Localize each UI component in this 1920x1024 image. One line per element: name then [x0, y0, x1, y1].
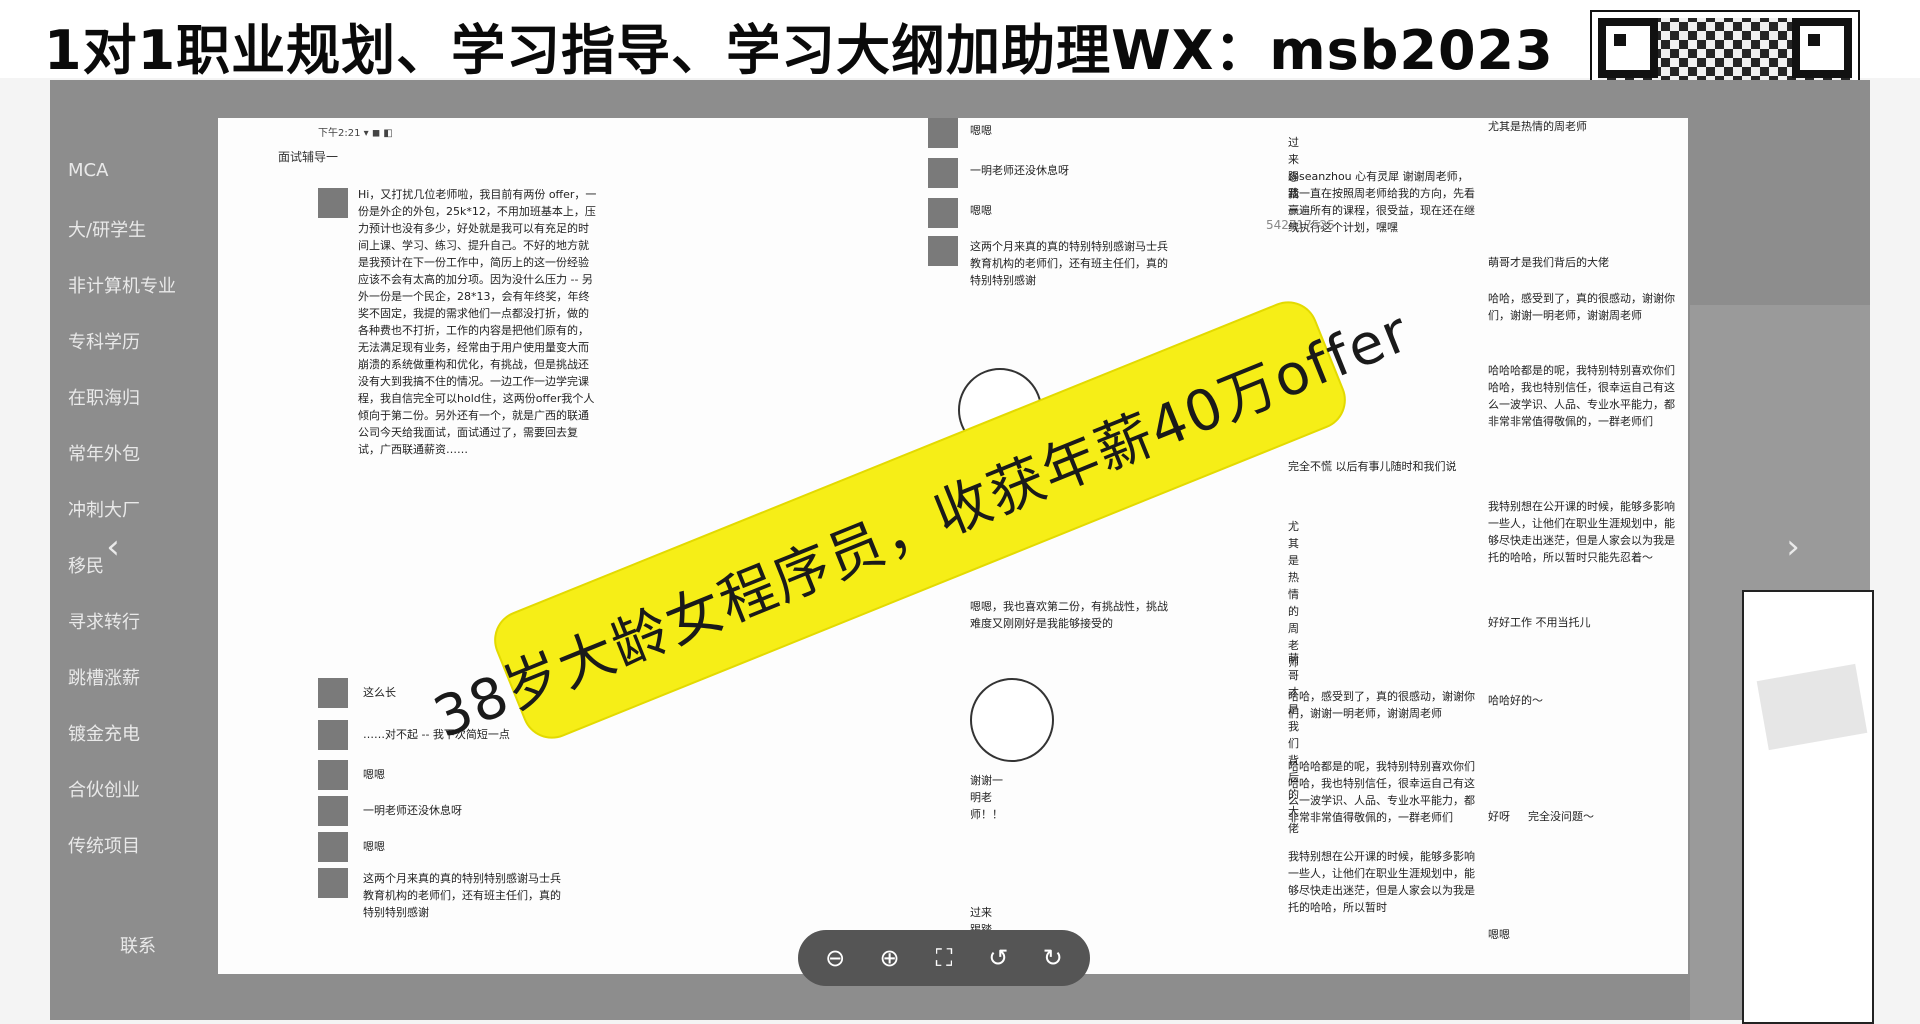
- chat-column-3: 过来踢踏赢气 @seanzhou 心有灵犀 谢谢周老师，我一直在按照周老师给我的…: [1008, 118, 1475, 974]
- chat-column-4: 尤其是热情的周老师 萌哥才是我们背后的大佬 哈哈，感受到了，真的很感动，谢谢你们…: [1328, 118, 1688, 974]
- promo-banner-text: 1对1职业规划、学习指导、学习大纲加助理WX：msb2023: [44, 19, 1554, 82]
- sidebar-item-students[interactable]: 大/研学生: [68, 216, 146, 242]
- chat-message: 嗯嗯: [970, 124, 992, 137]
- qr-finder-top-right: [1792, 18, 1852, 78]
- fullscreen-button[interactable]: ⛶: [926, 944, 962, 972]
- sidebar-item-traditional[interactable]: 传统项目: [68, 832, 140, 858]
- avatar: [928, 118, 958, 148]
- zoom-in-button[interactable]: ⊕: [872, 944, 908, 972]
- chat-message: 萌哥才是我们背后的大佬: [1488, 256, 1609, 269]
- avatar: [318, 868, 348, 898]
- avatar: [928, 158, 958, 188]
- chat-message: 嗯嗯: [363, 768, 385, 781]
- chevron-left-icon: ‹: [106, 527, 120, 567]
- zoom-out-button[interactable]: ⊖: [817, 944, 853, 972]
- chat-message: 尤其是热情的周老师: [1288, 520, 1299, 669]
- chat-message: 哈哈哈都是的呢，我特别特别喜欢你们哈哈，我也特别信任，很幸运自己有这么一波学识、…: [1488, 364, 1675, 428]
- chat-message: 谢谢一明老师！！: [970, 774, 1003, 821]
- image-viewer-toolbar: ⊖ ⊕ ⛶ ↺ ↻: [798, 930, 1090, 986]
- chat-message: 好呀: [1488, 810, 1510, 823]
- chevron-right-icon: ›: [1786, 527, 1800, 567]
- sidebar: MCA 大/研学生 非计算机专业 专科学历 在职海归 常年外包 冲刺大厂 移民 …: [50, 80, 220, 1020]
- rotate-left-button[interactable]: ↺: [980, 944, 1016, 972]
- sidebar-item-contact[interactable]: 联系: [120, 932, 156, 958]
- chat-message: 我特别想在公开课的时候，能够多影响一些人，让他们在职业生涯规划中，能够尽快走出迷…: [1488, 500, 1675, 564]
- photo-preview: [1742, 590, 1874, 1024]
- watermark-number: 542717525: [1266, 218, 1335, 232]
- chat-message: 哈哈好的～: [1488, 694, 1543, 707]
- avatar: [318, 796, 348, 826]
- chat-message: Hi，又打扰几位老师啦，我目前有两份 offer，一份是外企的外包，25k*12…: [358, 188, 597, 456]
- next-image-button[interactable]: ›: [1776, 520, 1810, 574]
- photo-content: [1756, 663, 1868, 751]
- rotate-right-button[interactable]: ↻: [1035, 944, 1071, 972]
- avatar: [928, 198, 958, 228]
- chat-message: 嗯嗯: [1488, 928, 1510, 941]
- sidebar-item-returnee[interactable]: 在职海归: [68, 384, 140, 410]
- chat-message: 完全没问题～: [1528, 810, 1594, 823]
- chat-message: 尤其是热情的周老师: [1488, 120, 1587, 133]
- qr-finder-top-left: [1598, 18, 1658, 78]
- sidebar-item-startup[interactable]: 合伙创业: [68, 776, 140, 802]
- chat-message: 嗯嗯: [363, 840, 385, 853]
- chat-message: 这两个月来真的真的特别特别感谢马士兵教育机构的老师们，还有班主任们，真的特别特别…: [363, 872, 561, 919]
- chat-message: 哈哈，感受到了，真的很感动，谢谢你们，谢谢一明老师，谢谢周老师: [1488, 292, 1675, 322]
- prev-image-button[interactable]: ‹: [96, 520, 130, 574]
- chat-message: 这么长: [363, 686, 396, 699]
- sidebar-item-outsource[interactable]: 常年外包: [68, 440, 140, 466]
- sidebar-item-upskill[interactable]: 镀金充电: [68, 720, 140, 746]
- chat-message: 好好工作 不用当托儿: [1488, 616, 1591, 629]
- sidebar-item-career-change[interactable]: 寻求转行: [68, 608, 140, 634]
- sidebar-item-mca[interactable]: MCA: [68, 160, 108, 181]
- avatar: [318, 832, 348, 862]
- avatar: [318, 188, 348, 218]
- chat-message: 嗯嗯: [970, 204, 992, 217]
- chat-title: 面试辅导一: [278, 150, 339, 164]
- sidebar-item-non-cs[interactable]: 非计算机专业: [68, 272, 176, 298]
- sidebar-item-big-tech[interactable]: 冲刺大厂: [68, 496, 140, 522]
- sidebar-item-college[interactable]: 专科学历: [68, 328, 140, 354]
- status-bar: 下午2:21 ▾ ◼ ◧: [318, 128, 393, 139]
- chat-message: 一明老师还没休息呀: [363, 804, 462, 817]
- avatar: [318, 720, 348, 750]
- avatar: [318, 760, 348, 790]
- sidebar-item-raise[interactable]: 跳槽涨薪: [68, 664, 140, 690]
- chat-column-1: 下午2:21 ▾ ◼ ◧ 面试辅导一 Hi，又打扰几位老师啦，我目前有两份 of…: [218, 118, 608, 974]
- avatar: [318, 678, 348, 708]
- avatar: [928, 236, 958, 266]
